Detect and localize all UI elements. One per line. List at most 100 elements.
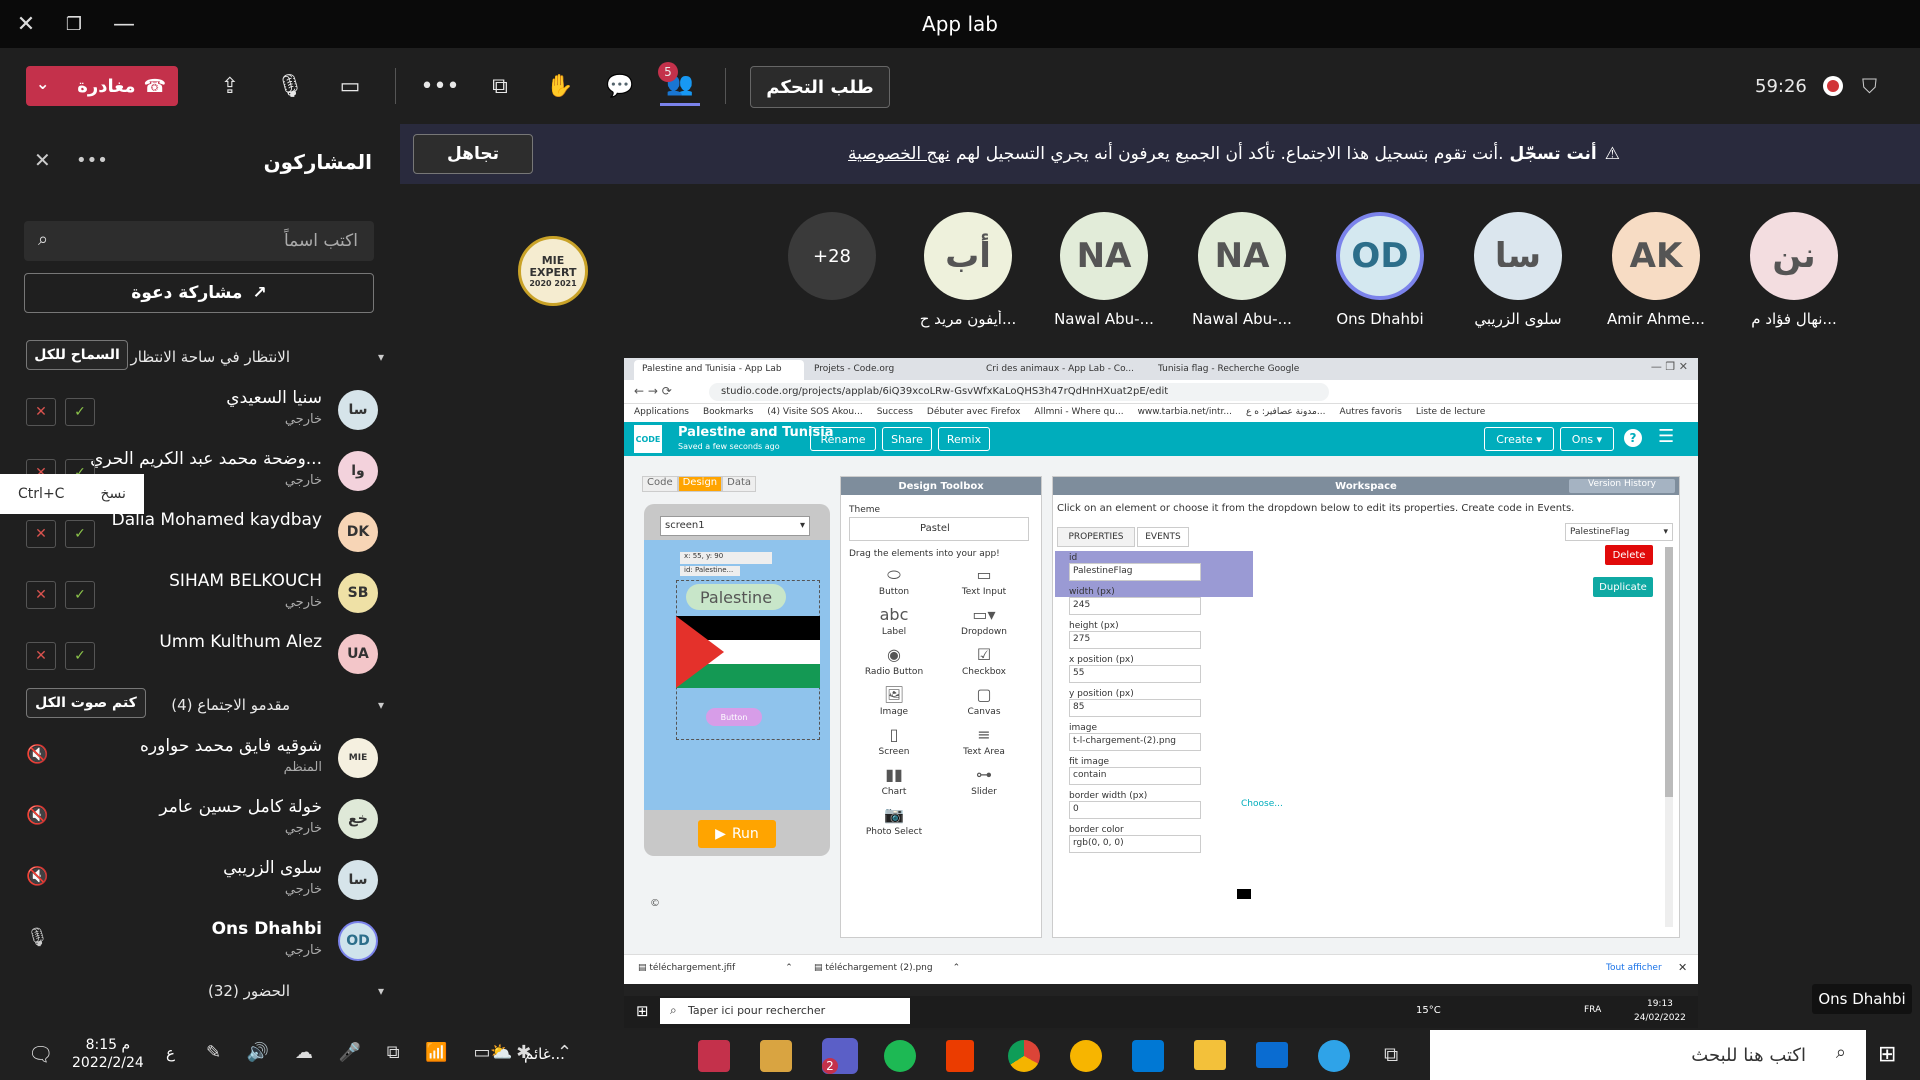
- create-button[interactable]: Create ▾: [1484, 427, 1554, 451]
- bookmark-item[interactable]: Applications: [634, 407, 689, 419]
- attendees-header[interactable]: الحضور (32): [208, 982, 290, 1000]
- office-icon[interactable]: [946, 1040, 974, 1072]
- close-icon[interactable]: ✕: [34, 148, 51, 172]
- close-icon[interactable]: ✕: [10, 8, 42, 40]
- admit-icon[interactable]: ✓: [65, 398, 95, 426]
- download-item[interactable]: ▤ téléchargement (2).png ⌃: [814, 963, 960, 973]
- presenter-row[interactable]: Ons Dhahbi خارجي OD 🎙: [0, 913, 400, 969]
- collapse-icon[interactable]: ▾: [378, 698, 384, 712]
- delete-button[interactable]: Delete: [1605, 545, 1653, 565]
- show-all-link[interactable]: Tout afficher: [1606, 963, 1662, 973]
- lobby-participant-row[interactable]: Umm Kulthum Alez UA ✕ ✓: [0, 626, 400, 682]
- toolbox-element[interactable]: ⊶ Slider: [939, 765, 1029, 797]
- bookmark-item[interactable]: Success: [877, 407, 913, 419]
- mic-off-icon[interactable]: 🔇: [26, 805, 48, 826]
- toolbox-element[interactable]: 🖼 Image: [849, 685, 939, 717]
- presenters-header[interactable]: مقدمو الاجتماع (4): [171, 696, 290, 714]
- close-icon[interactable]: ✕: [1678, 961, 1687, 974]
- toolbox-element[interactable]: ▭ Text Input: [939, 565, 1029, 597]
- windows-icon[interactable]: ⊞: [636, 1002, 649, 1020]
- tab-properties[interactable]: PROPERTIES: [1057, 527, 1135, 547]
- share-invite-button[interactable]: مشاركة دعوة ↗: [24, 273, 374, 313]
- bookmark-item[interactable]: مدونة عصافير: ه ع...: [1246, 407, 1325, 419]
- weather-icon[interactable]: ⛅: [490, 1042, 512, 1063]
- browser-tab[interactable]: Palestine and Tunisia - App Lab: [634, 360, 804, 380]
- toolbox-element[interactable]: ▢ Canvas: [939, 685, 1029, 717]
- deny-icon[interactable]: ✕: [26, 581, 56, 609]
- bookmark-item[interactable]: Bookmarks: [703, 407, 753, 419]
- property-input[interactable]: 0: [1069, 801, 1201, 819]
- lobby-participant-row[interactable]: SIHAM BELKOUCH خارجي SB ✕ ✓: [0, 565, 400, 621]
- mail-icon[interactable]: [1256, 1042, 1288, 1068]
- raise-hand-icon[interactable]: ✋: [540, 66, 580, 106]
- search-input[interactable]: اكتب اسماً ⌕: [24, 221, 374, 261]
- presenter-row[interactable]: خولة كامل حسين عامر خارجي خع 🔇: [0, 791, 400, 847]
- share-button[interactable]: Share: [882, 427, 932, 451]
- toolbox-element[interactable]: ⬭ Button: [849, 565, 939, 597]
- rename-button[interactable]: Rename: [810, 427, 876, 451]
- download-item[interactable]: ▤ téléchargement.jfif ⌃: [638, 963, 793, 973]
- remix-button[interactable]: Remix: [938, 427, 990, 451]
- mic-icon[interactable]: 🎙: [26, 927, 49, 948]
- toolbox-element[interactable]: ▯ Screen: [849, 725, 939, 757]
- property-input[interactable]: 55: [1069, 665, 1201, 683]
- palestine-label[interactable]: Palestine: [686, 584, 786, 610]
- deny-icon[interactable]: ✕: [26, 520, 56, 548]
- share-screen-icon[interactable]: ⇪: [210, 66, 250, 106]
- border-color-swatch[interactable]: [1237, 889, 1251, 899]
- minimize-icon[interactable]: —: [108, 8, 140, 40]
- chevron-down-icon[interactable]: ⌄: [36, 74, 49, 93]
- taskbar-search-input[interactable]: اكتب هنا للبحث ⌕: [1430, 1030, 1866, 1080]
- tab-code[interactable]: Code: [642, 476, 678, 492]
- mic-off-icon[interactable]: 🎙: [270, 66, 310, 106]
- theme-select[interactable]: Pastel: [849, 517, 1029, 541]
- lobby-header[interactable]: الانتظار في ساحة الانتظار (5): [104, 348, 290, 366]
- property-input[interactable]: contain: [1069, 767, 1201, 785]
- bookmark-item[interactable]: (4) Visite SOS Akou...: [767, 407, 862, 419]
- more-participants[interactable]: +28: [788, 212, 876, 300]
- start-icon[interactable]: ⊞: [1878, 1042, 1896, 1067]
- bookmark-item[interactable]: Autres favoris: [1339, 407, 1401, 419]
- collapse-icon[interactable]: ▾: [378, 984, 384, 998]
- teams-icon[interactable]: 2: [822, 1038, 858, 1074]
- participant-avatar[interactable]: نن: [1750, 212, 1838, 300]
- take-control-button[interactable]: طلب التحكم: [750, 66, 890, 108]
- toolbox-element[interactable]: ≡ Text Area: [939, 725, 1029, 757]
- file-explorer-icon[interactable]: [1194, 1040, 1226, 1070]
- admit-all-button[interactable]: السماح للكل: [26, 340, 128, 370]
- chat-icon[interactable]: 💬: [600, 66, 640, 106]
- participant-avatar[interactable]: سا: [1474, 212, 1562, 300]
- participants-icon[interactable]: 👥 5: [658, 62, 700, 106]
- bookmark-item[interactable]: www.tarbia.net/intr...: [1138, 407, 1232, 419]
- shield-icon[interactable]: ⛉: [1862, 74, 1877, 98]
- tab-events[interactable]: EVENTS: [1137, 527, 1189, 547]
- property-input[interactable]: rgb(0, 0, 0): [1069, 835, 1201, 853]
- toolbox-element[interactable]: 📷 Photo Select: [849, 805, 939, 837]
- more-options-icon[interactable]: •••: [76, 150, 108, 171]
- property-input[interactable]: 85: [1069, 699, 1201, 717]
- app-button[interactable]: Button: [706, 708, 762, 726]
- browser-tab[interactable]: Tunisia flag - Recherche Google: [1150, 360, 1320, 380]
- rooms-icon[interactable]: ⧉: [480, 66, 520, 106]
- browser-tab[interactable]: Cri des animaux - App Lab - Co...: [978, 360, 1148, 380]
- collapse-icon[interactable]: ▾: [378, 350, 384, 364]
- participant-avatar[interactable]: AK: [1612, 212, 1700, 300]
- choose-link[interactable]: Choose...: [1241, 799, 1283, 809]
- property-input[interactable]: 275: [1069, 631, 1201, 649]
- participant-avatar[interactable]: OD: [1336, 212, 1424, 300]
- version-history-button[interactable]: Version History: [1569, 479, 1675, 493]
- palestine-flag-image[interactable]: [676, 616, 820, 688]
- run-button[interactable]: ▶ Run: [698, 820, 776, 848]
- screen-select[interactable]: screen1 ▾: [660, 516, 810, 536]
- more-options-icon[interactable]: •••: [420, 66, 460, 106]
- deny-icon[interactable]: ✕: [26, 398, 56, 426]
- admit-icon[interactable]: ✓: [65, 642, 95, 670]
- presenter-row[interactable]: شوقيه فايق محمد حواوره المنظم MIE 🔇: [0, 730, 400, 786]
- store-icon[interactable]: [1132, 1040, 1164, 1072]
- element-select[interactable]: PalestineFlag ▾: [1565, 523, 1673, 541]
- spotify-icon[interactable]: [884, 1040, 916, 1072]
- browser-tab[interactable]: Projets - Code.org: [806, 360, 976, 380]
- clock[interactable]: 8:15 م 2022/2/24: [72, 1036, 144, 1072]
- help-icon[interactable]: ?: [1624, 429, 1642, 447]
- app-icon[interactable]: [698, 1040, 730, 1072]
